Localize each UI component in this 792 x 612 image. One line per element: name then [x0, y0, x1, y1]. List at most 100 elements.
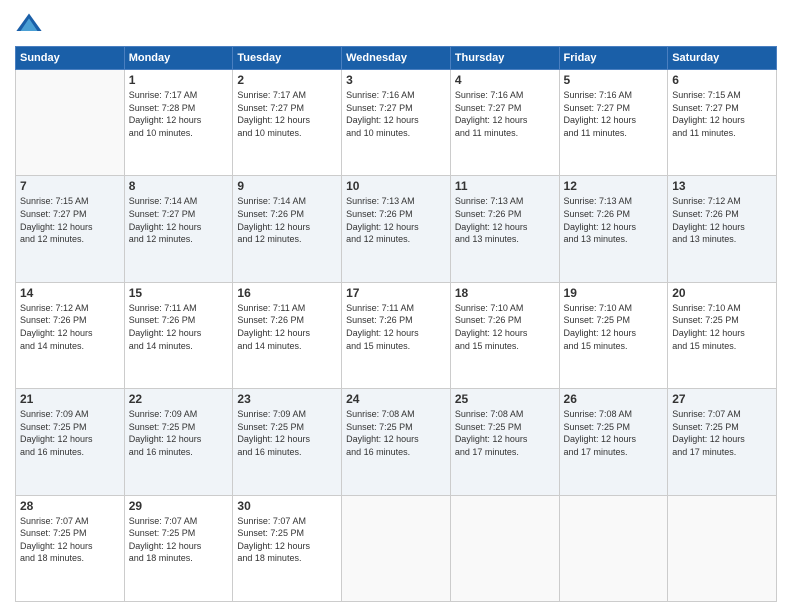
day-info: Sunrise: 7:09 AMSunset: 7:25 PMDaylight:… — [20, 408, 120, 458]
day-info: Sunrise: 7:10 AMSunset: 7:26 PMDaylight:… — [455, 302, 555, 352]
day-number: 26 — [564, 392, 664, 406]
calendar-cell: 22Sunrise: 7:09 AMSunset: 7:25 PMDayligh… — [124, 389, 233, 495]
weekday-header-monday: Monday — [124, 47, 233, 70]
day-number: 19 — [564, 286, 664, 300]
day-info: Sunrise: 7:13 AMSunset: 7:26 PMDaylight:… — [455, 195, 555, 245]
day-number: 10 — [346, 179, 446, 193]
day-number: 30 — [237, 499, 337, 513]
calendar-cell: 4Sunrise: 7:16 AMSunset: 7:27 PMDaylight… — [450, 70, 559, 176]
calendar-table: SundayMondayTuesdayWednesdayThursdayFrid… — [15, 46, 777, 602]
calendar-cell: 2 Sunrise: 7:17 AMSunset: 7:27 PMDaylight… — [233, 70, 342, 176]
calendar-cell: 16 Sunrise: 7:11 AMSunset: 7:26 PMDayligh… — [233, 282, 342, 388]
calendar-cell: 17 Sunrise: 7:11 AMSunset: 7:26 PMDayligh… — [342, 282, 451, 388]
day-info: Sunrise: 7:07 AMSunset: 7:25 PMDaylight:… — [129, 515, 229, 565]
day-info: Sunrise: 7:14 AMSunset: 7:26 PMDaylight:… — [237, 195, 337, 245]
day-number: 25 — [455, 392, 555, 406]
logo — [15, 10, 47, 38]
day-number: 9 — [237, 179, 337, 193]
weekday-header-friday: Friday — [559, 47, 668, 70]
day-number: 6 — [672, 73, 772, 87]
day-info: Sunrise: 7:10 AMSunset: 7:25 PMDaylight:… — [672, 302, 772, 352]
page: SundayMondayTuesdayWednesdayThursdayFrid… — [0, 0, 792, 612]
calendar-cell: 10 Sunrise: 7:13 AMSunset: 7:26 PMDayligh… — [342, 176, 451, 282]
logo-icon — [15, 10, 43, 38]
calendar-cell: 1Sunrise: 7:17 AMSunset: 7:28 PMDaylight… — [124, 70, 233, 176]
day-number: 4 — [455, 73, 555, 87]
calendar-cell: 11 Sunrise: 7:13 AMSunset: 7:26 PMDayligh… — [450, 176, 559, 282]
calendar-cell: 14 Sunrise: 7:12 AMSunset: 7:26 PMDayligh… — [16, 282, 125, 388]
calendar-cell — [342, 495, 451, 601]
day-number: 24 — [346, 392, 446, 406]
day-number: 28 — [20, 499, 120, 513]
weekday-header-tuesday: Tuesday — [233, 47, 342, 70]
calendar-week-row: 14 Sunrise: 7:12 AMSunset: 7:26 PMDayligh… — [16, 282, 777, 388]
day-info: Sunrise: 7:14 AMSunset: 7:27 PMDaylight:… — [129, 195, 229, 245]
weekday-header-row: SundayMondayTuesdayWednesdayThursdayFrid… — [16, 47, 777, 70]
day-info: Sunrise: 7:10 AMSunset: 7:25 PMDaylight:… — [564, 302, 664, 352]
day-number: 8 — [129, 179, 229, 193]
day-info: Sunrise: 7:16 AMSunset: 7:27 PMDaylight:… — [564, 89, 664, 139]
day-info: Sunrise: 7:17 AMSunset: 7:27 PMDaylight:… — [237, 89, 337, 139]
calendar-cell: 29Sunrise: 7:07 AMSunset: 7:25 PMDayligh… — [124, 495, 233, 601]
day-info: Sunrise: 7:13 AMSunset: 7:26 PMDaylight:… — [346, 195, 446, 245]
day-number: 7 — [20, 179, 120, 193]
calendar-cell: 5 Sunrise: 7:16 AMSunset: 7:27 PMDaylight… — [559, 70, 668, 176]
weekday-header-sunday: Sunday — [16, 47, 125, 70]
day-info: Sunrise: 7:09 AMSunset: 7:25 PMDaylight:… — [237, 408, 337, 458]
calendar-cell: 20 Sunrise: 7:10 AMSunset: 7:25 PMDayligh… — [668, 282, 777, 388]
day-number: 27 — [672, 392, 772, 406]
header — [15, 10, 777, 38]
day-info: Sunrise: 7:13 AMSunset: 7:26 PMDaylight:… — [564, 195, 664, 245]
calendar-cell: 3 Sunrise: 7:16 AMSunset: 7:27 PMDaylight… — [342, 70, 451, 176]
calendar-cell: 25Sunrise: 7:08 AMSunset: 7:25 PMDayligh… — [450, 389, 559, 495]
day-info: Sunrise: 7:12 AMSunset: 7:26 PMDaylight:… — [672, 195, 772, 245]
calendar-cell: 7 Sunrise: 7:15 AMSunset: 7:27 PMDaylight… — [16, 176, 125, 282]
day-info: Sunrise: 7:07 AMSunset: 7:25 PMDaylight:… — [672, 408, 772, 458]
day-info: Sunrise: 7:11 AMSunset: 7:26 PMDaylight:… — [346, 302, 446, 352]
day-number: 2 — [237, 73, 337, 87]
calendar-cell: 26 Sunrise: 7:08 AMSunset: 7:25 PMDayligh… — [559, 389, 668, 495]
day-number: 18 — [455, 286, 555, 300]
day-info: Sunrise: 7:08 AMSunset: 7:25 PMDaylight:… — [346, 408, 446, 458]
day-number: 13 — [672, 179, 772, 193]
calendar-cell: 9 Sunrise: 7:14 AMSunset: 7:26 PMDaylight… — [233, 176, 342, 282]
day-info: Sunrise: 7:16 AMSunset: 7:27 PMDaylight:… — [346, 89, 446, 139]
day-number: 14 — [20, 286, 120, 300]
calendar-week-row: 28 Sunrise: 7:07 AMSunset: 7:25 PMDayligh… — [16, 495, 777, 601]
calendar-week-row: 7 Sunrise: 7:15 AMSunset: 7:27 PMDaylight… — [16, 176, 777, 282]
calendar-week-row: 21 Sunrise: 7:09 AMSunset: 7:25 PMDayligh… — [16, 389, 777, 495]
day-info: Sunrise: 7:11 AMSunset: 7:26 PMDaylight:… — [237, 302, 337, 352]
day-number: 11 — [455, 179, 555, 193]
day-number: 5 — [564, 73, 664, 87]
day-number: 23 — [237, 392, 337, 406]
day-info: Sunrise: 7:08 AMSunset: 7:25 PMDaylight:… — [564, 408, 664, 458]
calendar-cell — [668, 495, 777, 601]
calendar-cell: 6Sunrise: 7:15 AMSunset: 7:27 PMDaylight… — [668, 70, 777, 176]
calendar-cell: 19 Sunrise: 7:10 AMSunset: 7:25 PMDayligh… — [559, 282, 668, 388]
calendar-week-row: 1Sunrise: 7:17 AMSunset: 7:28 PMDaylight… — [16, 70, 777, 176]
day-number: 20 — [672, 286, 772, 300]
day-number: 3 — [346, 73, 446, 87]
day-info: Sunrise: 7:07 AMSunset: 7:25 PMDaylight:… — [237, 515, 337, 565]
day-number: 15 — [129, 286, 229, 300]
calendar-cell: 12Sunrise: 7:13 AMSunset: 7:26 PMDayligh… — [559, 176, 668, 282]
calendar-cell: 13 Sunrise: 7:12 AMSunset: 7:26 PMDayligh… — [668, 176, 777, 282]
day-info: Sunrise: 7:15 AMSunset: 7:27 PMDaylight:… — [20, 195, 120, 245]
day-info: Sunrise: 7:12 AMSunset: 7:26 PMDaylight:… — [20, 302, 120, 352]
weekday-header-wednesday: Wednesday — [342, 47, 451, 70]
calendar-cell: 8 Sunrise: 7:14 AMSunset: 7:27 PMDaylight… — [124, 176, 233, 282]
calendar-cell: 21 Sunrise: 7:09 AMSunset: 7:25 PMDayligh… — [16, 389, 125, 495]
day-number: 16 — [237, 286, 337, 300]
day-number: 17 — [346, 286, 446, 300]
day-number: 22 — [129, 392, 229, 406]
calendar-cell: 28 Sunrise: 7:07 AMSunset: 7:25 PMDayligh… — [16, 495, 125, 601]
day-number: 21 — [20, 392, 120, 406]
day-number: 1 — [129, 73, 229, 87]
calendar-cell — [559, 495, 668, 601]
calendar-cell: 24 Sunrise: 7:08 AMSunset: 7:25 PMDayligh… — [342, 389, 451, 495]
day-info: Sunrise: 7:07 AMSunset: 7:25 PMDaylight:… — [20, 515, 120, 565]
calendar-cell — [450, 495, 559, 601]
calendar-cell: 30 Sunrise: 7:07 AMSunset: 7:25 PMDayligh… — [233, 495, 342, 601]
weekday-header-saturday: Saturday — [668, 47, 777, 70]
calendar-cell: 18 Sunrise: 7:10 AMSunset: 7:26 PMDayligh… — [450, 282, 559, 388]
